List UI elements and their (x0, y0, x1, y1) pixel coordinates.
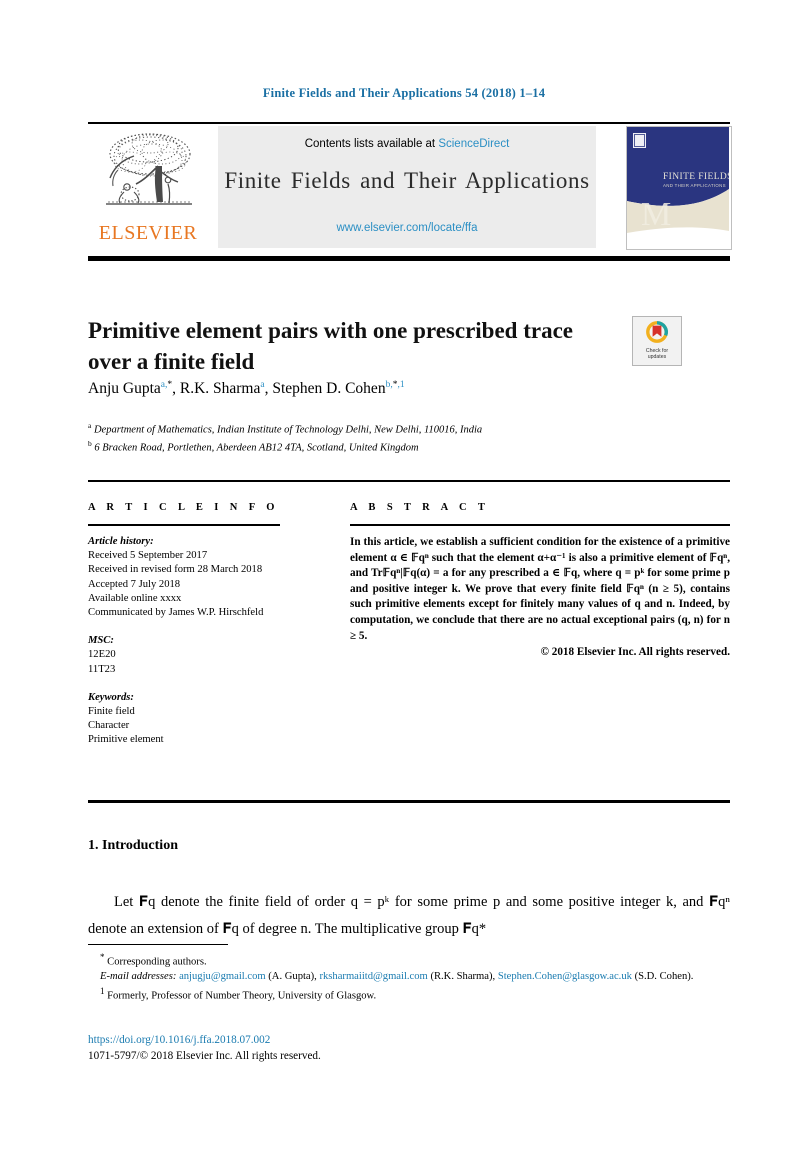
masthead-panel: Contents lists available at ScienceDirec… (218, 126, 596, 248)
author-list: Anju Guptaa,*, R.K. Sharmaa, Stephen D. … (88, 380, 405, 398)
crossmark-line2: updates (647, 354, 667, 360)
cover-title: FINITE FIELDS (663, 172, 729, 182)
crossmark-icon (646, 321, 668, 343)
footnote-note-1-mark: 1 (100, 986, 105, 997)
svg-text:M: M (641, 196, 671, 233)
section-title: Introduction (102, 838, 178, 853)
affiliation-b-mark: b (88, 439, 92, 448)
email-link-sharma[interactable]: rksharmaiitd@gmail.com (319, 971, 427, 982)
section-number: 1. (88, 838, 99, 853)
footnote-corresponding: * Corresponding authors. (88, 950, 730, 970)
article-info-rule (88, 524, 280, 526)
journal-title: Finite Fields and Their Applications (224, 168, 590, 193)
masthead-bottom-bar (88, 256, 730, 261)
author-2-affil-mark: a (260, 380, 265, 390)
cover-subtitle: AND THEIR APPLICATIONS (663, 183, 726, 188)
keyword-2: Character (88, 720, 130, 732)
article-history-label: Article history: (88, 536, 154, 547)
author-2: R.K. Sharmaa (179, 380, 265, 398)
info-top-rule (88, 480, 730, 482)
email-owner-cohen: (S.D. Cohen) (634, 970, 691, 982)
footnote-emails: E-mail addresses: anjugju@gmail.com (A. … (100, 970, 694, 982)
doi-link[interactable]: https://doi.org/10.1016/j.ffa.2018.07.00… (88, 1032, 730, 1048)
history-item-received: Received 5 September 2017 (88, 550, 208, 562)
msc-label: MSC: (88, 635, 114, 647)
affiliation-a-mark: a (88, 421, 92, 430)
article-info-heading: A R T I C L E I N F O (88, 502, 279, 513)
history-item-accepted: Accepted 7 July 2018 (88, 578, 181, 590)
journal-masthead: ELSEVIER Contents lists available at Sci… (88, 124, 732, 250)
journal-url-link[interactable]: www.elsevier.com/locate/ffa (218, 222, 596, 234)
author-3-affil-mark: b, (385, 380, 393, 390)
email-addresses-label: E-mail addresses: (100, 970, 177, 982)
journal-cover-thumbnail: M FINITE FIELDS AND THEIR APPLICATIONS (626, 126, 732, 250)
page-title: Primitive element pairs with one prescri… (88, 318, 573, 375)
history-item-online: Available online xxxx (88, 592, 182, 604)
article-info-column: Article history: Received 5 September 20… (88, 535, 284, 762)
msc-block: MSC: 12E20 11T23 (88, 634, 284, 677)
elsevier-wordmark: ELSEVIER (98, 222, 198, 244)
keyword-3: Primitive element (88, 734, 164, 746)
cover-artwork: M FINITE FIELDS AND THEIR APPLICATIONS (627, 127, 731, 247)
footer-block: https://doi.org/10.1016/j.ffa.2018.07.00… (88, 1032, 730, 1064)
keywords-label: Keywords: (88, 691, 134, 703)
keywords-block: Keywords: Finite field Character Primiti… (88, 691, 284, 748)
history-item-communicated: Communicated by James W.P. Hirschfeld (88, 607, 264, 619)
sciencedirect-link[interactable]: ScienceDirect (438, 138, 509, 150)
author-1-corr-mark: * (167, 380, 173, 390)
msc-code-1: 12E20 (88, 649, 116, 661)
abstract-rule (350, 524, 730, 526)
abstract-heading: A B S T R A C T (350, 502, 490, 513)
affiliation-a-text: Department of Mathematics, Indian Instit… (93, 424, 483, 436)
article-history-block: Article history: Received 5 September 20… (88, 535, 284, 620)
author-1: Anju Guptaa,* (88, 380, 173, 398)
footnote-note-1: 1 Formerly, Professor of Number Theory, … (88, 984, 730, 1004)
author-3-note-mark: ,1 (397, 380, 405, 390)
affiliation-b-text: 6 Bracken Road, Portlethen, Aberdeen AB1… (94, 442, 419, 454)
footnote-area: * Corresponding authors. E-mail addresse… (88, 950, 730, 1004)
affiliation-a: a Department of Mathematics, Indian Inst… (88, 419, 688, 437)
footnote-corresponding-mark: * (100, 952, 105, 962)
history-item-revised: Received in revised form 28 March 2018 (88, 564, 263, 576)
issn-copyright-line: 1071-5797/© 2018 Elsevier Inc. All right… (88, 1050, 321, 1062)
introduction-paragraph: Let 𝐅q denote the finite field of order … (88, 893, 730, 937)
journal-article-page: Finite Fields and Their Applications 54 … (0, 0, 808, 1162)
elsevier-tree-icon (106, 133, 192, 205)
elsevier-logo: ELSEVIER (88, 126, 208, 248)
affiliation-b: b 6 Bracken Road, Portlethen, Aberdeen A… (88, 437, 688, 455)
footnote-corresponding-text: Corresponding authors. (107, 956, 207, 968)
footnote-separator-rule (88, 944, 228, 945)
email-link-gupta[interactable]: anjugju@gmail.com (179, 971, 266, 982)
msc-code-2: 11T23 (88, 663, 116, 675)
info-bottom-rule (88, 800, 730, 803)
keyword-1: Finite field (88, 706, 135, 718)
abstract-text: In this article, we establish a sufficie… (350, 536, 730, 642)
running-head: Finite Fields and Their Applications 54 … (262, 86, 546, 100)
contents-prefix: Contents lists available at (304, 138, 439, 150)
section-heading-introduction: 1. Introduction (88, 838, 178, 854)
affiliations: a Department of Mathematics, Indian Inst… (88, 419, 688, 455)
abstract-copyright: © 2018 Elsevier Inc. All rights reserved… (540, 646, 730, 659)
crossmark-badge[interactable]: Check for updates (632, 316, 682, 366)
abstract-body: In this article, we establish a sufficie… (350, 535, 730, 661)
email-link-cohen[interactable]: Stephen.Cohen@glasgow.ac.uk (498, 971, 632, 982)
author-3: Stephen D. Cohenb,*,1 (272, 380, 405, 398)
footnote-note-1-text: Formerly, Professor of Number Theory, Un… (107, 990, 377, 1002)
email-owner-gupta: (A. Gupta) (268, 970, 315, 982)
email-owner-sharma: (R.K. Sharma) (430, 970, 493, 982)
contents-available-line: Contents lists available at ScienceDirec… (218, 138, 596, 150)
